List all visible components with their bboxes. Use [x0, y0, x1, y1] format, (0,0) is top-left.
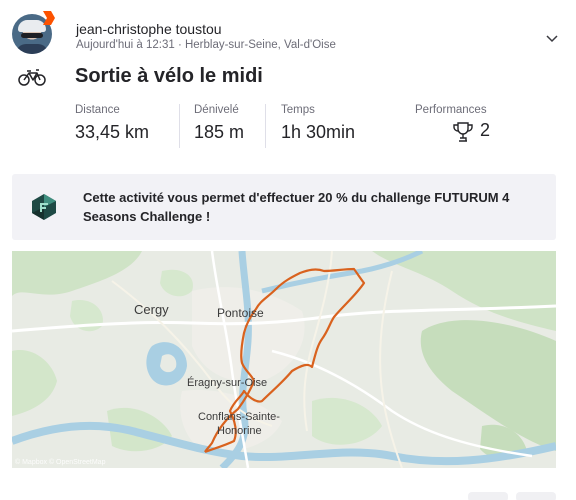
map-attribution[interactable]: © Mapbox © OpenStreetMap — [15, 459, 105, 466]
place-label-eragny: Éragny-sur-Oise — [187, 376, 267, 389]
stat-label: Dénivelé — [194, 104, 239, 116]
stat-value: 1h 30min — [281, 122, 356, 142]
action-button-right[interactable] — [516, 492, 556, 500]
chevron-down-icon[interactable] — [544, 30, 560, 46]
place-label-cergy: Cergy — [134, 302, 169, 317]
stat-label: Performances — [415, 104, 487, 116]
activity-header: jean-christophe toustou Aujourd'hui à 12… — [12, 10, 564, 60]
map-canvas: Cergy Pontoise Éragny-sur-Oise Conflans-… — [12, 251, 556, 468]
place-label-honorine: Honorine — [217, 425, 262, 437]
stat-divider — [265, 104, 266, 148]
athlete-name[interactable]: jean-christophe toustou — [76, 21, 222, 37]
stat-divider — [179, 104, 180, 148]
place-label-pontoise: Pontoise — [217, 306, 264, 320]
challenge-text: Cette activité vous permet d'effectuer 2… — [83, 190, 510, 224]
jersey-shape — [16, 44, 48, 54]
place-label-conflans: Conflans-Sainte- — [198, 411, 280, 423]
performances-count: 2 — [480, 120, 491, 140]
stat-value: 33,45 km — [75, 122, 150, 142]
stat-time: Temps 1h 30min — [281, 104, 355, 143]
glasses-shape — [21, 33, 43, 38]
stat-label: Temps — [281, 104, 315, 116]
action-button-left[interactable] — [468, 492, 508, 500]
activity-map[interactable]: Cergy Pontoise Éragny-sur-Oise Conflans-… — [12, 251, 556, 468]
trophy-icon — [453, 122, 473, 142]
challenge-logo-icon — [32, 194, 56, 220]
stat-value: 185 m — [194, 122, 245, 142]
stat-performances[interactable]: Performances 2 — [415, 104, 491, 146]
activity-stats: Distance 33,45 km Dénivelé 185 m Temps 1… — [75, 104, 555, 150]
stat-elevation: Dénivelé 185 m — [194, 104, 244, 143]
stat-distance: Distance 33,45 km — [75, 104, 149, 143]
bike-icon — [18, 69, 46, 86]
challenge-banner[interactable]: Cette activité vous permet d'effectuer 2… — [12, 174, 556, 240]
activity-title[interactable]: Sortie à vélo le midi — [75, 65, 263, 88]
activity-meta: Aujourd'hui à 12:31 · Herblay-sur-Seine,… — [76, 39, 336, 51]
performances-row: 2 — [415, 118, 491, 146]
subscriber-badge-icon — [43, 11, 55, 25]
stat-label: Distance — [75, 104, 120, 116]
